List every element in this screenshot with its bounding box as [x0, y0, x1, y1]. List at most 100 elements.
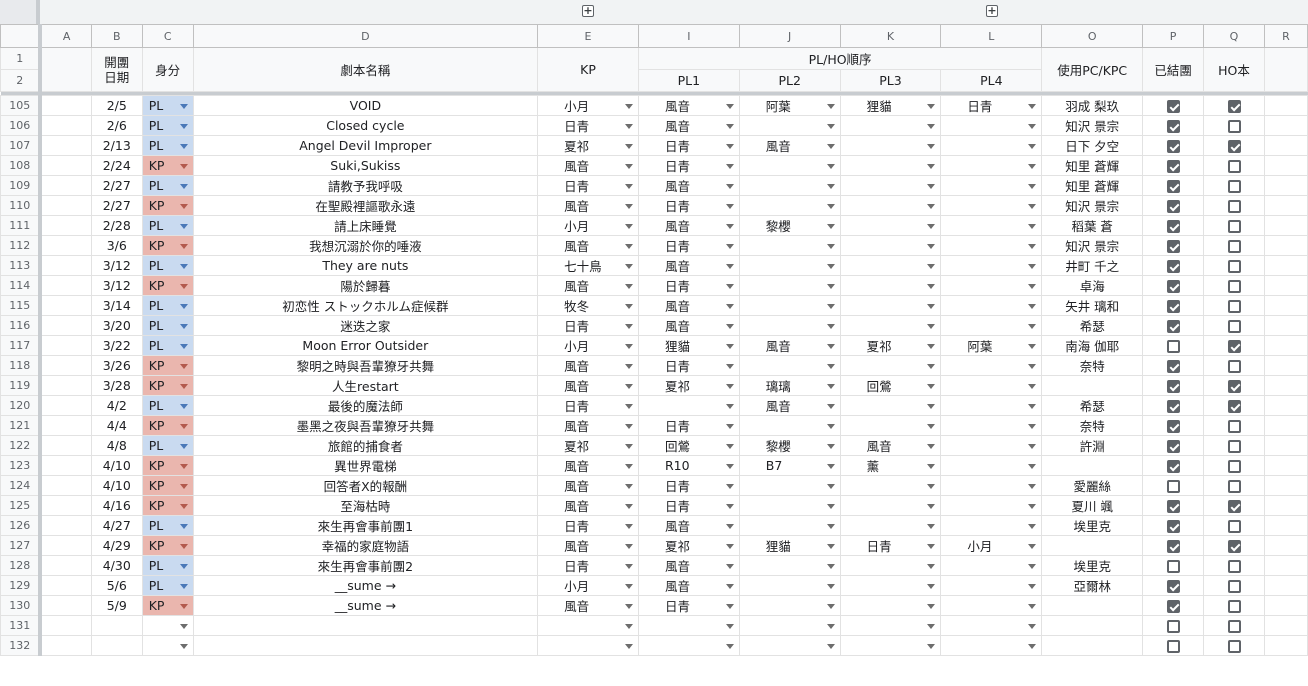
pl3-dropdown[interactable] — [839, 215, 942, 236]
dropdown-arrow-icon[interactable] — [725, 564, 734, 569]
pl1-dropdown[interactable]: 風音 — [637, 175, 740, 196]
dropdown-arrow-icon[interactable] — [624, 144, 633, 149]
ho-checkbox[interactable] — [1203, 195, 1265, 216]
cell-date[interactable]: 2/24 — [90, 155, 143, 176]
cell-r[interactable] — [1263, 255, 1308, 276]
dropdown-arrow-icon[interactable] — [179, 364, 188, 369]
cell-date[interactable]: 4/29 — [90, 535, 143, 556]
cell-r[interactable] — [1263, 515, 1308, 536]
role-dropdown[interactable]: PL — [141, 175, 194, 196]
kp-dropdown[interactable]: 日青 — [537, 115, 639, 136]
header-cell[interactable] — [1263, 47, 1308, 92]
cell-a[interactable] — [39, 595, 92, 616]
cell-a[interactable] — [39, 575, 92, 596]
cell-a[interactable] — [39, 115, 92, 136]
cell-pc[interactable]: 奈特 — [1041, 415, 1144, 436]
cell-title[interactable]: 黎明之時與吾輩獠牙共舞 — [192, 355, 539, 376]
cell-pc[interactable]: 愛麗絲 — [1041, 475, 1144, 496]
cell-title[interactable]: 請教予我呼吸 — [192, 175, 539, 196]
pl1-dropdown[interactable]: 風音 — [637, 315, 740, 336]
checkbox-icon[interactable] — [1227, 100, 1241, 113]
cell-a[interactable] — [39, 635, 92, 656]
dropdown-arrow-icon[interactable] — [826, 624, 835, 629]
dropdown-arrow-icon[interactable] — [624, 564, 633, 569]
pl2-dropdown[interactable] — [738, 415, 841, 436]
dropdown-arrow-icon[interactable] — [725, 404, 734, 409]
role-dropdown[interactable]: PL — [141, 555, 194, 576]
dropdown-arrow-icon[interactable] — [179, 464, 188, 469]
checkbox-icon[interactable] — [1227, 640, 1241, 653]
done-checkbox[interactable] — [1142, 395, 1205, 416]
cell-date[interactable]: 3/28 — [90, 375, 143, 396]
cell-a[interactable] — [39, 375, 92, 396]
dropdown-arrow-icon[interactable] — [725, 544, 734, 549]
checkbox-icon[interactable] — [1227, 240, 1241, 253]
ho-checkbox[interactable] — [1203, 275, 1265, 296]
cell-pc[interactable] — [1041, 375, 1144, 396]
dropdown-arrow-icon[interactable] — [826, 104, 835, 109]
cell-pc[interactable]: 許淵 — [1041, 435, 1144, 456]
ho-checkbox[interactable] — [1203, 115, 1265, 136]
dropdown-arrow-icon[interactable] — [1028, 384, 1037, 389]
ho-checkbox[interactable] — [1203, 575, 1265, 596]
header-role[interactable]: 身分 — [141, 47, 194, 92]
cell-a[interactable] — [39, 455, 92, 476]
role-dropdown[interactable]: KP — [141, 275, 194, 296]
dropdown-arrow-icon[interactable] — [826, 324, 835, 329]
cell-a[interactable] — [39, 495, 92, 516]
row-number[interactable]: 106 — [0, 115, 43, 136]
cell-a[interactable] — [39, 195, 92, 216]
role-dropdown[interactable]: PL — [141, 335, 194, 356]
cell-pc[interactable]: 知沢 景宗 — [1041, 195, 1144, 216]
dropdown-arrow-icon[interactable] — [927, 344, 936, 349]
dropdown-arrow-icon[interactable] — [927, 464, 936, 469]
dropdown-arrow-icon[interactable] — [179, 444, 188, 449]
checkbox-icon[interactable] — [1166, 580, 1180, 593]
dropdown-arrow-icon[interactable] — [927, 444, 936, 449]
cell-title[interactable]: 異世界電梯 — [192, 455, 539, 476]
header-cell[interactable] — [39, 47, 92, 92]
done-checkbox[interactable] — [1142, 455, 1205, 476]
kp-dropdown[interactable]: 日青 — [537, 555, 639, 576]
pl2-dropdown[interactable] — [738, 315, 841, 336]
done-checkbox[interactable] — [1142, 135, 1205, 156]
cell-r[interactable] — [1263, 535, 1308, 556]
header-done[interactable]: 已結團 — [1142, 47, 1205, 92]
dropdown-arrow-icon[interactable] — [927, 364, 936, 369]
pl1-dropdown[interactable]: 日青 — [637, 135, 740, 156]
dropdown-arrow-icon[interactable] — [1028, 564, 1037, 569]
dropdown-arrow-icon[interactable] — [725, 164, 734, 169]
dropdown-arrow-icon[interactable] — [624, 284, 633, 289]
checkbox-icon[interactable] — [1166, 420, 1180, 433]
kp-dropdown[interactable]: 日青 — [537, 315, 639, 336]
row-number[interactable]: 105 — [0, 95, 43, 116]
dropdown-arrow-icon[interactable] — [826, 544, 835, 549]
cell-a[interactable] — [39, 515, 92, 536]
dropdown-arrow-icon[interactable] — [725, 444, 734, 449]
kp-dropdown[interactable]: 風音 — [537, 495, 639, 516]
pl4-dropdown[interactable] — [940, 315, 1043, 336]
checkbox-icon[interactable] — [1166, 280, 1180, 293]
checkbox-icon[interactable] — [1227, 360, 1241, 373]
dropdown-arrow-icon[interactable] — [624, 104, 633, 109]
pl3-dropdown[interactable] — [839, 115, 942, 136]
done-checkbox[interactable] — [1142, 615, 1205, 636]
ho-checkbox[interactable] — [1203, 255, 1265, 276]
cell-pc[interactable] — [1041, 635, 1144, 656]
pl1-dropdown[interactable]: 日青 — [637, 495, 740, 516]
checkbox-icon[interactable] — [1166, 540, 1180, 553]
cell-a[interactable] — [39, 615, 92, 636]
pl3-dropdown[interactable] — [839, 175, 942, 196]
expand-group-icon[interactable]: + — [986, 5, 998, 17]
cell-pc[interactable] — [1041, 455, 1144, 476]
cell-title[interactable]: VOID — [192, 95, 539, 116]
ho-checkbox[interactable] — [1203, 135, 1265, 156]
checkbox-icon[interactable] — [1166, 320, 1180, 333]
cell-pc[interactable]: 羽成 梨玖 — [1041, 95, 1144, 116]
role-dropdown[interactable] — [141, 615, 194, 636]
done-checkbox[interactable] — [1142, 575, 1205, 596]
dropdown-arrow-icon[interactable] — [179, 284, 188, 289]
dropdown-arrow-icon[interactable] — [624, 184, 633, 189]
ho-checkbox[interactable] — [1203, 615, 1265, 636]
checkbox-icon[interactable] — [1227, 140, 1241, 153]
